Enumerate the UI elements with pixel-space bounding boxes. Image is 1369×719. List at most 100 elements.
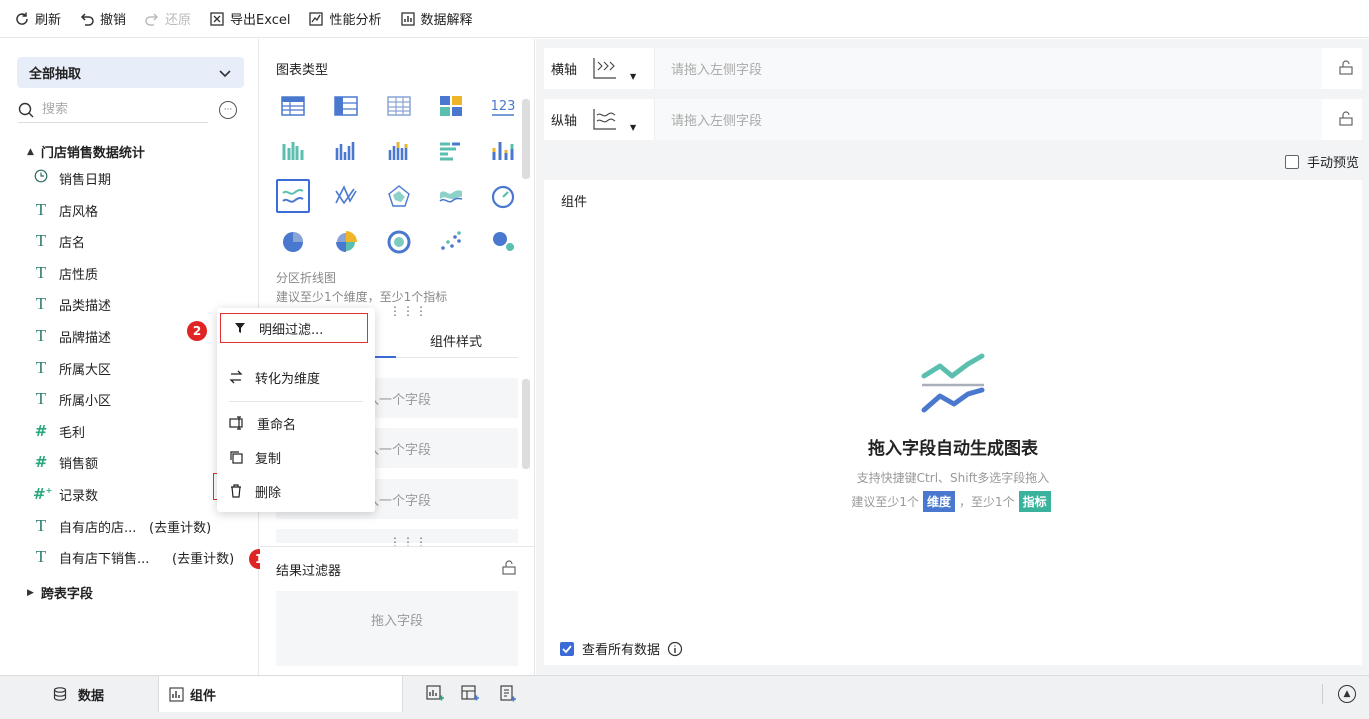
x-axis-type-icon[interactable] — [592, 56, 618, 80]
table-icon[interactable] — [276, 89, 310, 123]
y-axis-dropzone[interactable]: 请拖入左侧字段 — [654, 99, 1322, 140]
view-all-label: 查看所有数据 — [582, 643, 661, 658]
text-type-icon: T — [35, 516, 47, 535]
field-item[interactable]: T 品类描述 — [33, 293, 111, 315]
result-filter-title: 结果过滤器 — [276, 564, 342, 579]
stacked-bar-icon[interactable] — [486, 134, 520, 168]
chart-canvas: 组件 拖入字段自动生成图表 支持快捷键Ctrl、Shift多选字段拖入 建议至少… — [544, 180, 1362, 665]
more-options-button[interactable]: ··· — [219, 101, 237, 119]
scope-select[interactable]: 全部抽取 — [17, 57, 244, 88]
copy-label: 复制 — [255, 451, 282, 467]
tab-data-bottom[interactable]: 数据 — [52, 676, 104, 712]
field-item[interactable]: T 店名 — [33, 230, 85, 252]
add-report-icon[interactable] — [499, 685, 517, 703]
table-group-label: 门店销售数据统计 — [40, 146, 145, 161]
field-item[interactable]: # 毛利 — [33, 420, 85, 442]
gauge-icon[interactable] — [486, 179, 520, 213]
text-type-icon: T — [35, 326, 47, 345]
empty-state-hint: 建议至少1个 维度 ，至少1个 指标 — [544, 491, 1362, 512]
kpi-number-icon[interactable]: 123 — [486, 89, 520, 123]
chart-name: 分区折线图 — [276, 271, 337, 285]
donut-icon[interactable] — [382, 224, 416, 258]
field-item[interactable]: 销售日期 — [33, 167, 111, 189]
add-component-icon[interactable] — [426, 685, 444, 703]
pivot-table-icon[interactable] — [329, 89, 363, 123]
horizontal-bar-icon[interactable] — [434, 134, 468, 168]
lock-icon[interactable] — [501, 560, 517, 576]
menu-item-rename[interactable]: 重命名 — [217, 408, 375, 438]
bottom-bar: 数据 组件 ▲ — [0, 675, 1369, 719]
convert-icon — [229, 370, 243, 384]
toolbar: 刷新 撤销 还原 导出Excel 性能分析 数据解释 — [0, 0, 1369, 38]
chevron-down-icon — [219, 69, 231, 77]
number-type-icon: # — [34, 422, 48, 440]
data-explain-button[interactable]: 数据解释 — [400, 9, 473, 28]
field-item[interactable]: #+ 记录数 — [33, 483, 98, 505]
field-item[interactable]: T 自有店的店... (去重计数) — [33, 515, 211, 537]
slots-scrollbar[interactable] — [522, 379, 530, 469]
search-icon — [18, 102, 34, 117]
column-bar-icon[interactable] — [329, 134, 363, 168]
detail-table-icon[interactable] — [382, 89, 416, 123]
perf-analysis-button[interactable]: 性能分析 — [308, 9, 382, 28]
bottom-divider — [1322, 684, 1323, 704]
menu-item-detail-filter[interactable]: 明细过滤... — [220, 313, 368, 343]
resize-handle-icon[interactable]: ⋮⋮⋮ — [389, 304, 428, 318]
menu-item-delete[interactable]: 删除 — [217, 476, 375, 506]
cross-line-icon[interactable] — [329, 179, 363, 213]
view-all-data-toggle[interactable]: 查看所有数据 — [560, 639, 683, 658]
result-filter-dropzone[interactable]: 拖入字段 — [276, 591, 518, 666]
y-axis-caret-icon[interactable]: ▼ — [630, 123, 636, 132]
scatter-icon[interactable] — [434, 224, 468, 258]
export-excel-button[interactable]: 导出Excel — [209, 9, 290, 28]
chart-editor: 横轴 ▼ 请拖入左侧字段 纵轴 ▼ 请拖入左侧字段 手动预览 组件 拖入字段自动… — [536, 39, 1369, 675]
field-item[interactable]: T 自有店下销售... (去重计数) — [33, 546, 234, 568]
bubble-icon[interactable] — [486, 224, 520, 258]
table-group-main[interactable]: ▲ 门店销售数据统计 — [27, 142, 145, 161]
collapse-up-icon[interactable]: ▲ — [1338, 685, 1356, 703]
rose-pie-icon[interactable] — [329, 224, 363, 258]
info-icon[interactable] — [667, 641, 683, 657]
x-axis-dropzone[interactable]: 请拖入左侧字段 — [654, 48, 1322, 89]
card-icon[interactable] — [434, 89, 468, 123]
manual-preview-toggle[interactable]: 手动预览 — [1285, 152, 1359, 171]
stacked-area-icon[interactable] — [434, 179, 468, 213]
undo-button[interactable]: 撤销 — [79, 9, 126, 28]
chart-grid-scrollbar[interactable] — [522, 99, 530, 179]
x-axis-lock-icon[interactable] — [1338, 60, 1354, 76]
refresh-button[interactable]: 刷新 — [14, 9, 61, 28]
menu-item-to-dimension[interactable]: 转化为维度 — [217, 362, 375, 392]
tab-component-style[interactable]: 组件样式 — [406, 322, 506, 358]
redo-button[interactable]: 还原 — [144, 9, 191, 28]
cross-table-label: 跨表字段 — [40, 587, 93, 602]
grouped-bar-icon[interactable] — [276, 134, 310, 168]
menu-item-copy[interactable]: 复制 — [217, 442, 375, 472]
field-label: 店名 — [59, 235, 86, 251]
radar-icon[interactable] — [382, 179, 416, 213]
step-badge-2: 2 — [187, 321, 207, 341]
perf-analysis-label: 性能分析 — [329, 13, 382, 28]
tab-component-bottom[interactable]: 组件 — [158, 676, 403, 712]
field-item[interactable]: T 所属小区 — [33, 388, 111, 410]
x-axis-caret-icon[interactable]: ▼ — [630, 72, 636, 81]
field-item[interactable]: T 店风格 — [33, 199, 98, 221]
field-item[interactable]: T 店性质 — [33, 262, 98, 284]
field-item[interactable]: T 品牌描述 — [33, 325, 111, 347]
y-axis-type-icon[interactable] — [592, 107, 618, 131]
area-line-icon[interactable] — [276, 179, 310, 213]
field-item[interactable]: # 销售额 — [33, 451, 98, 473]
table-group-cross[interactable]: ▶ 跨表字段 — [27, 583, 93, 602]
excel-icon — [210, 11, 224, 26]
add-dashboard-icon[interactable] — [461, 685, 479, 703]
copy-icon — [230, 451, 243, 464]
manual-preview-checkbox[interactable] — [1285, 154, 1299, 169]
refresh-label: 刷新 — [35, 13, 62, 28]
y-axis-lock-icon[interactable] — [1338, 111, 1354, 127]
pie-icon[interactable] — [276, 224, 310, 258]
search-input[interactable] — [42, 102, 192, 117]
view-all-checkbox[interactable] — [560, 641, 574, 656]
field-label: 销售日期 — [59, 172, 112, 188]
field-item[interactable]: T 所属大区 — [33, 357, 111, 379]
delete-label: 删除 — [255, 485, 282, 501]
multi-bar-icon[interactable] — [382, 134, 416, 168]
